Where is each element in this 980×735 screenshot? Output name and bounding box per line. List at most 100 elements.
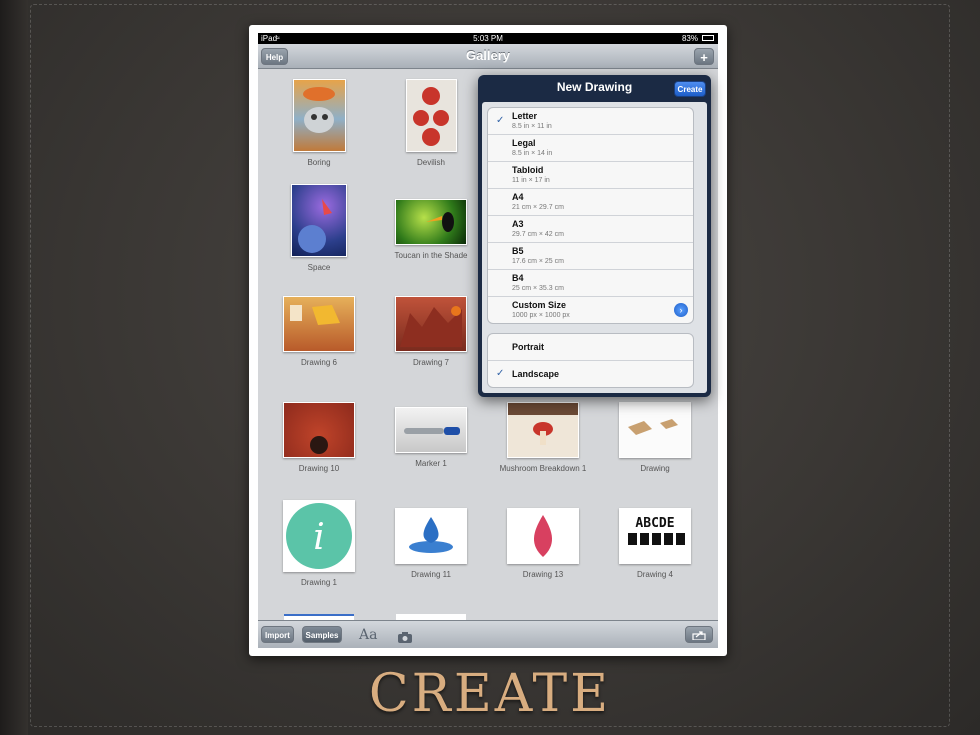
orientation-row-portrait[interactable]: Portrait bbox=[488, 334, 693, 361]
size-dims: 8.5 in × 14 in bbox=[512, 150, 553, 157]
drawing-13-art bbox=[533, 515, 553, 557]
size-name: Custom Size bbox=[512, 300, 567, 310]
add-drawing-button[interactable]: + bbox=[694, 48, 714, 65]
devilish-art bbox=[412, 87, 449, 146]
import-button[interactable]: Import bbox=[261, 626, 294, 643]
gallery-item[interactable]: Drawing 7 bbox=[375, 296, 487, 367]
slide-title: CREATE bbox=[368, 664, 612, 724]
drawing-4-art: ABCDE bbox=[628, 516, 685, 545]
gallery-item[interactable]: ABCDE Drawing 4 bbox=[599, 508, 711, 579]
book-spine bbox=[0, 0, 28, 735]
detail-disclosure-icon[interactable]: › bbox=[674, 303, 688, 317]
gallery-item[interactable]: Space bbox=[263, 184, 375, 272]
drawing-11-art bbox=[409, 517, 453, 553]
gallery-item[interactable]: Drawing 10 bbox=[263, 402, 375, 473]
size-row-custom[interactable]: Custom Size 1000 px × 1000 px › bbox=[488, 297, 693, 323]
caption: Drawing 13 bbox=[522, 570, 564, 579]
size-name: A3 bbox=[512, 219, 524, 229]
thumbnail-space bbox=[291, 184, 347, 257]
size-row-b4[interactable]: B4 25 cm × 35.3 cm bbox=[488, 270, 693, 297]
bottom-toolbar: Import Samples Aa bbox=[258, 620, 718, 648]
drawing-10-art bbox=[310, 436, 328, 454]
samples-button[interactable]: Samples bbox=[302, 626, 342, 643]
size-row-b5[interactable]: B5 17.6 cm × 25 cm bbox=[488, 243, 693, 270]
mushroom-art bbox=[508, 403, 578, 445]
thumbnail-marker bbox=[395, 407, 467, 453]
gallery-item[interactable]: Drawing 6 bbox=[263, 296, 375, 367]
marker-art bbox=[404, 427, 460, 435]
size-name: A4 bbox=[512, 192, 524, 202]
share-icon bbox=[692, 631, 706, 641]
gallery-item[interactable]: Marker 1 bbox=[375, 407, 487, 468]
size-dims: 8.5 in × 11 in bbox=[512, 123, 552, 130]
battery-percent: 83% bbox=[681, 34, 698, 43]
camera-icon[interactable] bbox=[398, 630, 412, 648]
orientation-name: Landscape bbox=[512, 369, 560, 379]
help-button[interactable]: Help bbox=[261, 48, 288, 65]
boxes-art bbox=[628, 419, 678, 435]
size-dims: 11 in × 17 in bbox=[512, 177, 550, 184]
gallery-item[interactable]: Boring bbox=[263, 79, 375, 167]
navigation-bar: Gallery Help + bbox=[258, 44, 718, 69]
size-name: Letter bbox=[512, 111, 538, 121]
battery-icon bbox=[702, 35, 714, 41]
gallery-item[interactable]: Drawing 11 bbox=[375, 508, 487, 579]
size-dims: 21 cm × 29.7 cm bbox=[512, 204, 564, 211]
thumbnail-drawing-4: ABCDE bbox=[619, 508, 691, 564]
caption: Drawing 1 bbox=[300, 578, 337, 587]
thumbnail-drawing-1: i bbox=[283, 500, 355, 572]
gallery-item[interactable]: i Drawing 1 bbox=[263, 500, 375, 587]
size-row-letter[interactable]: ✓ Letter 8.5 in × 11 in bbox=[488, 108, 693, 135]
caption: Drawing bbox=[640, 464, 670, 473]
share-button[interactable] bbox=[685, 626, 713, 643]
size-dims: 25 cm × 35.3 cm bbox=[512, 285, 564, 292]
boring-art bbox=[302, 87, 335, 133]
gallery-item[interactable]: Toucan in the Shade bbox=[375, 199, 487, 260]
thumbnail-devilish bbox=[405, 79, 457, 152]
gallery-item[interactable]: Mushroom Breakdown 1 bbox=[487, 402, 599, 473]
gallery-item[interactable]: Drawing bbox=[599, 402, 711, 473]
space-art bbox=[298, 199, 332, 253]
create-button[interactable]: Create bbox=[674, 81, 706, 97]
size-row-tabloid[interactable]: Tabloid 11 in × 17 in bbox=[488, 162, 693, 189]
caption: Drawing 10 bbox=[298, 464, 340, 473]
thumbnail-boring bbox=[292, 79, 346, 152]
clock: 5:03 PM bbox=[473, 34, 503, 43]
drawing-7-art bbox=[400, 306, 462, 347]
caption: Space bbox=[307, 263, 331, 272]
info-art: i bbox=[286, 503, 352, 569]
gallery-item[interactable]: Drawing 13 bbox=[487, 508, 599, 579]
gallery-item[interactable]: Devilish bbox=[375, 79, 487, 167]
size-dims: 29.7 cm × 42 cm bbox=[512, 231, 564, 238]
size-row-a4[interactable]: A4 21 cm × 29.7 cm bbox=[488, 189, 693, 216]
orientation-name: Portrait bbox=[512, 342, 545, 352]
thumbnail-drawing-10 bbox=[283, 402, 355, 458]
size-name: B4 bbox=[512, 273, 524, 283]
size-name: Legal bbox=[512, 138, 536, 148]
popover-body: ✓ Letter 8.5 in × 11 in Legal 8.5 in × 1… bbox=[482, 102, 707, 393]
font-icon[interactable]: Aa bbox=[359, 627, 377, 643]
size-row-a3[interactable]: A3 29.7 cm × 42 cm bbox=[488, 216, 693, 243]
size-name: Tabloid bbox=[512, 165, 544, 175]
thumbnail-drawing-6 bbox=[283, 296, 355, 352]
thumbnail-drawing-13 bbox=[507, 508, 579, 564]
caption: Boring bbox=[307, 158, 331, 167]
caption: Devilish bbox=[416, 158, 445, 167]
paper-size-list: ✓ Letter 8.5 in × 11 in Legal 8.5 in × 1… bbox=[487, 107, 694, 324]
camera-glyph bbox=[398, 632, 412, 643]
svg-text:i: i bbox=[313, 517, 325, 558]
orientation-row-landscape[interactable]: ✓ Landscape bbox=[488, 361, 693, 387]
size-dims: 17.6 cm × 25 cm bbox=[512, 258, 564, 265]
new-drawing-popover: New Drawing Create ✓ Letter 8.5 in × 11 … bbox=[478, 75, 711, 397]
toucan-art bbox=[426, 212, 454, 232]
caption: Mushroom Breakdown 1 bbox=[499, 464, 587, 473]
page-title: Gallery bbox=[465, 48, 511, 63]
thumbnail-drawing-7 bbox=[395, 296, 467, 352]
thumbnail-drawing-11 bbox=[395, 508, 467, 564]
thumbnail-toucan bbox=[395, 199, 467, 245]
size-row-legal[interactable]: Legal 8.5 in × 14 in bbox=[488, 135, 693, 162]
thumbnail-mushroom bbox=[507, 402, 579, 458]
caption: Toucan in the Shade bbox=[394, 251, 468, 260]
caption: Drawing 11 bbox=[411, 570, 451, 579]
size-dims: 1000 px × 1000 px bbox=[512, 312, 570, 319]
